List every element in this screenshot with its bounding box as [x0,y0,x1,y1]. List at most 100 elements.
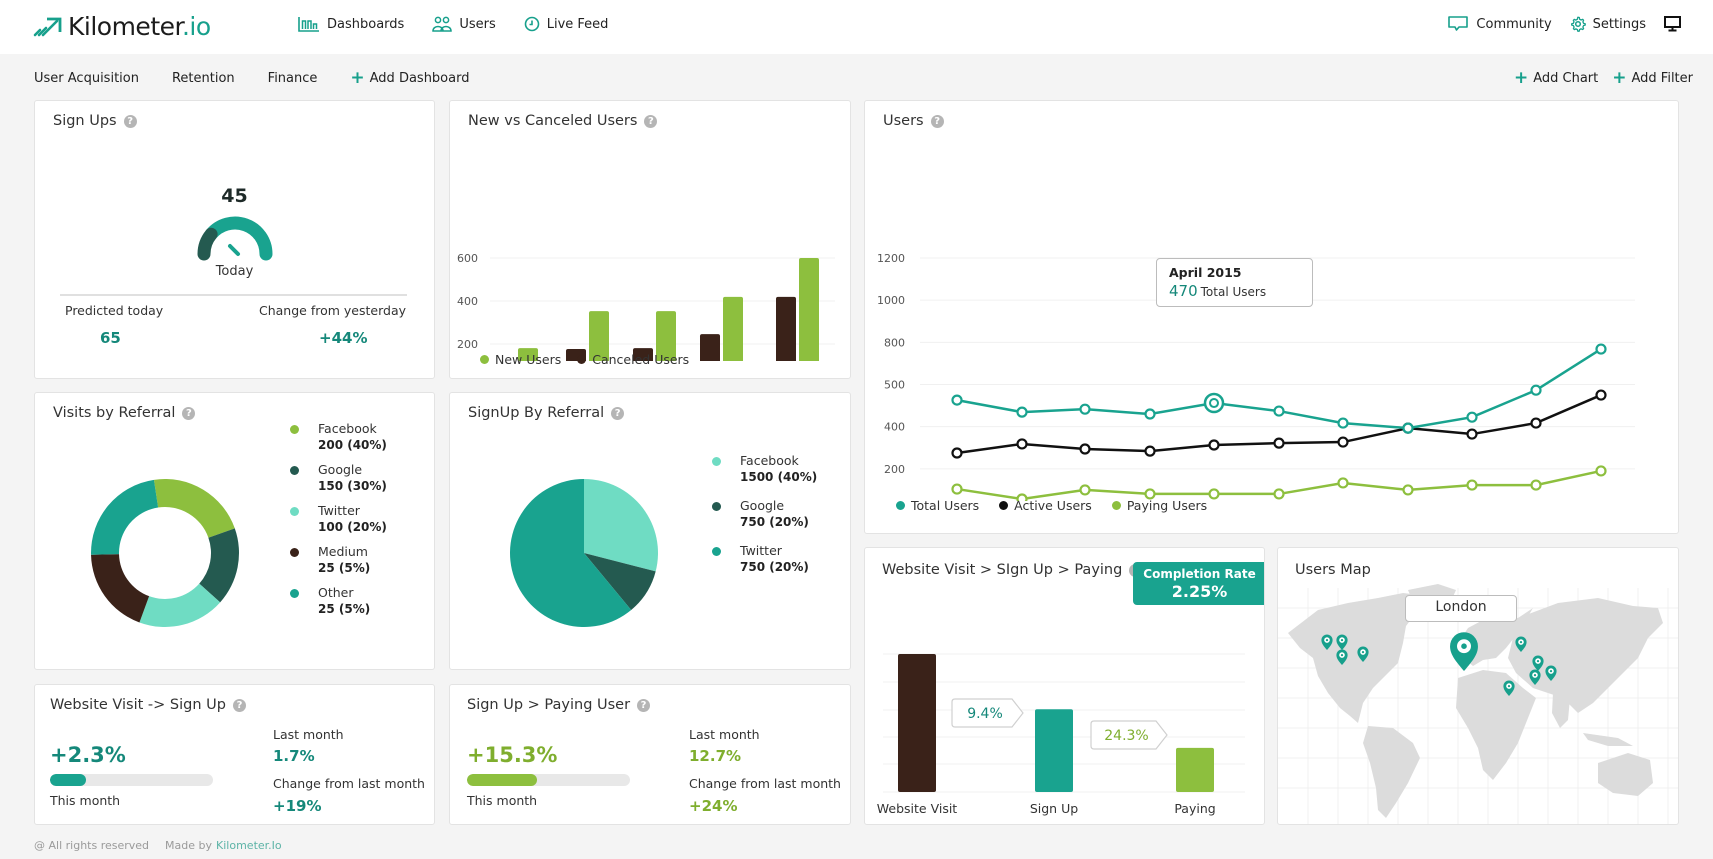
tab-finance[interactable]: Finance [268,71,318,86]
display-mode-button[interactable] [1664,16,1688,32]
legend-dot [480,355,489,364]
nav-dashboards[interactable]: Dashboards [298,16,404,32]
card-title: Users [883,113,924,129]
y-tick-label: 500 [884,379,905,392]
legend-label: Facebook [318,421,377,436]
last-month-value: 1.7% [273,747,315,765]
legend-value: 200 (40%) [318,438,387,452]
help-icon[interactable]: ? [930,114,944,128]
legend-dot [290,425,299,434]
help-icon[interactable]: ? [182,406,196,420]
legend-dot [896,501,905,510]
this-month-label: This month [467,793,538,808]
add-chart-button[interactable]: + Add Chart [1513,68,1598,88]
funnel-chart: Website Visit Sign Up Paying 9.4% 24.3% [877,653,1245,816]
data-point [1530,479,1542,491]
world-map[interactable] [1278,548,1679,825]
legend-label: Total Users [911,498,980,513]
signup-pie-chart [510,479,658,627]
south-america [1363,726,1420,818]
legend-active-users[interactable]: Active Users [999,498,1092,513]
add-dashboard-button[interactable]: + Add Dashboard [350,68,470,88]
highlighted-point-inner [1209,398,1219,409]
legend-item-twitter[interactable]: Twitter 100 (20%) [290,502,387,536]
legend-item-other[interactable]: Other 25 (5%) [290,584,387,618]
data-point [1530,417,1542,429]
legend-item-facebook[interactable]: Facebook 1500 (40%) [712,452,817,486]
predicted-label: Predicted today [65,303,164,318]
help-icon[interactable]: ? [637,698,651,712]
nav-live-feed-label: Live Feed [546,16,609,32]
legend-paying-users[interactable]: Paying Users [1111,498,1207,513]
change-value: +24% [689,797,738,815]
signups-gauge [197,216,273,261]
add-filter-button[interactable]: + Add Filter [1612,70,1693,87]
gauge-fill [197,227,218,261]
help-icon[interactable]: ? [123,114,137,128]
nav-settings[interactable]: Settings [1570,16,1646,32]
legend-total-users[interactable]: Total Users [896,498,979,513]
legend-label: Google [740,498,785,513]
users-icon [432,16,453,32]
legend-label: Medium [318,544,368,559]
logo[interactable]: Kilometer.io [33,9,211,43]
slice-facebook [153,479,235,538]
legend-dot [999,501,1009,510]
legend-label: Active Users [1014,498,1092,513]
progress-bar [467,774,630,786]
data-point [1595,343,1607,355]
legend-item-twitter[interactable]: Twitter 750 (20%) [712,542,817,576]
legend-dot [290,548,299,557]
users-map-card: Users Map London [1277,547,1679,825]
legend-label: Canceled Users [592,352,690,367]
legend-value: 25 (5%) [318,602,371,616]
plus-icon: + [350,68,365,88]
data-point [1144,445,1156,457]
visit-to-signup-card: Website Visit -> Sign Up? +2.3% This mon… [34,684,435,825]
progress-fill [467,774,538,786]
legend-item-medium[interactable]: Medium 25 (5%) [290,543,387,577]
footer-brand-link[interactable]: Kilometer.Io [216,839,282,852]
plus-icon: + [1513,68,1529,88]
help-icon[interactable]: ? [232,698,246,712]
top-nav-bar: Kilometer.io Dashboards Users Live Feed … [0,0,1713,54]
add-dashboard-label: Add Dashboard [369,71,470,86]
data-point [1079,443,1091,455]
tab-user-acquisition[interactable]: User Acquisition [34,71,139,86]
nav-users[interactable]: Users [432,16,496,32]
y-tick-label: 1200 [877,252,905,265]
tab-retention[interactable]: Retention [172,71,235,86]
legend-value: 1500 (40%) [740,470,818,484]
legend-item-google[interactable]: Google 750 (20%) [712,497,817,531]
legend-canceled-users[interactable]: Canceled Users [577,352,689,367]
legend-new-users[interactable]: New Users [480,352,561,367]
help-icon[interactable]: ? [644,114,658,128]
footer-made-by: Made by [165,839,213,852]
secondary-nav: Community Settings [1447,16,1688,32]
data-point [951,447,963,459]
nav-live-feed[interactable]: Live Feed [524,16,609,32]
gauge-needle [228,244,240,256]
this-month-label: This month [50,793,121,808]
data-point [1016,406,1028,418]
legend-label: New Users [495,352,562,367]
data-point [1530,384,1542,396]
legend-dot [290,507,299,516]
progress-bar [50,774,213,786]
bar-chart-icon [298,16,319,32]
data-point [1337,436,1349,448]
signups-card: Sign Ups? 45 Today Predicted today 65 Ch… [34,100,435,379]
legend-item-facebook[interactable]: Facebook 200 (40%) [290,420,387,454]
legend-value: 25 (5%) [318,561,371,575]
slice-other [91,479,159,555]
tooltip-title: April 2015 [1169,265,1242,280]
y-tick-label: 400 [884,421,905,434]
help-icon[interactable]: ? [611,406,625,420]
nav-community[interactable]: Community [1447,16,1552,32]
funnel-category-label: Sign Up [1030,801,1078,816]
signup-referral-legend: Facebook 1500 (40%) Google 750 (20%) Twitter… [712,452,817,587]
signup-by-referral-card: SignUp By Referral? Facebook 1500 (40%) Go… [449,392,851,670]
data-point [1273,488,1285,500]
card-title: SignUp By Referral [468,405,605,421]
legend-item-google[interactable]: Google 150 (30%) [290,461,387,495]
